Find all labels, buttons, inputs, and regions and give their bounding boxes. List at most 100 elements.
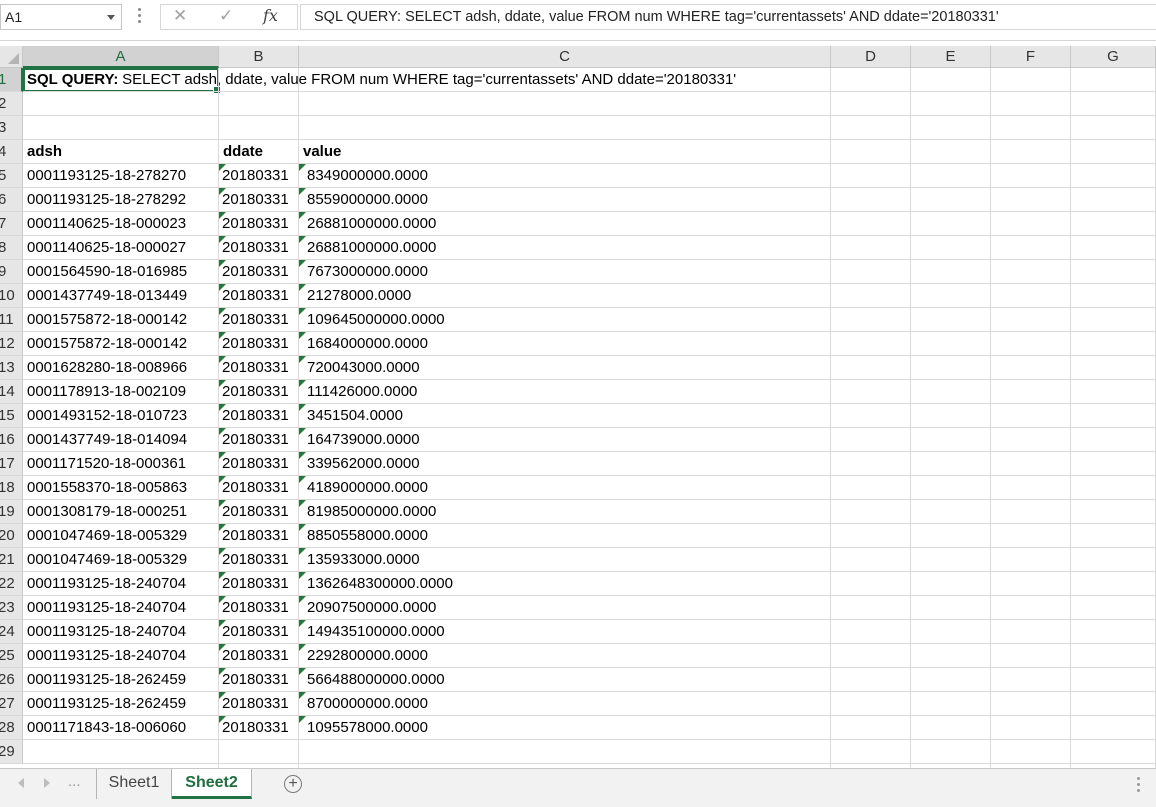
cell-ddate[interactable]: 20180331 — [222, 380, 289, 404]
row-header-12[interactable]: 12 — [0, 332, 23, 356]
cell-value[interactable]: 339562000.0000 — [307, 452, 420, 476]
row-header-11[interactable]: 11 — [0, 308, 23, 332]
cell-adsh[interactable]: 0001308179-18-000251 — [27, 500, 187, 524]
row-header-17[interactable]: 17 — [0, 452, 23, 476]
cell-value[interactable]: 109645000000.0000 — [307, 308, 445, 332]
cell-value[interactable]: 4189000000.0000 — [307, 476, 428, 500]
row-header-13[interactable]: 13 — [0, 356, 23, 380]
row-header-3[interactable]: 3 — [0, 116, 23, 140]
cell-ddate[interactable]: 20180331 — [222, 404, 289, 428]
cell-adsh[interactable]: 0001437749-18-014094 — [27, 428, 187, 452]
cell-ddate[interactable]: 20180331 — [222, 212, 289, 236]
cell-value[interactable]: 26881000000.0000 — [307, 212, 436, 236]
cell-ddate[interactable]: 20180331 — [222, 692, 289, 716]
column-header-e[interactable]: E — [911, 46, 991, 68]
column-header-d[interactable]: D — [831, 46, 911, 68]
cell-ddate[interactable]: 20180331 — [222, 308, 289, 332]
cell-adsh[interactable]: 0001575872-18-000142 — [27, 332, 187, 356]
cell-ddate[interactable]: 20180331 — [222, 260, 289, 284]
row-header-8[interactable]: 8 — [0, 236, 23, 260]
cell-adsh[interactable]: 0001193125-18-278292 — [27, 188, 186, 212]
cell-adsh[interactable]: 0001575872-18-000142 — [27, 308, 187, 332]
cell-adsh[interactable]: 0001047469-18-005329 — [27, 548, 187, 572]
cell-adsh[interactable]: 0001193125-18-240704 — [27, 596, 186, 620]
cell-adsh[interactable]: 0001193125-18-240704 — [27, 644, 186, 668]
cell-ddate[interactable]: 20180331 — [222, 524, 289, 548]
cell-value[interactable]: 566488000000.0000 — [307, 668, 445, 692]
add-sheet-button[interactable]: + — [284, 775, 302, 793]
row-header-22[interactable]: 22 — [0, 572, 23, 596]
cell-adsh[interactable]: 0001140625-18-000027 — [27, 236, 186, 260]
row-header-21[interactable]: 21 — [0, 548, 23, 572]
cell-value[interactable]: 7673000000.0000 — [307, 260, 428, 284]
cell-value[interactable]: 149435100000.0000 — [307, 620, 445, 644]
cell-ddate[interactable]: 20180331 — [222, 572, 289, 596]
row-header-23[interactable]: 23 — [0, 596, 23, 620]
more-sheets-icon[interactable]: ... — [68, 773, 81, 790]
formula-input[interactable]: SQL QUERY: SELECT adsh, ddate, value FRO… — [300, 4, 1156, 30]
cell-adsh[interactable]: 0001493152-18-010723 — [27, 404, 187, 428]
select-all-button[interactable] — [0, 46, 23, 68]
cancel-icon[interactable]: ✕ — [173, 6, 187, 26]
row-header-16[interactable]: 16 — [0, 428, 23, 452]
cell-value[interactable]: 135933000.0000 — [307, 548, 420, 572]
cell-adsh[interactable]: 0001178913-18-002109 — [27, 380, 186, 404]
cell-ddate[interactable]: 20180331 — [222, 716, 289, 740]
row-header-9[interactable]: 9 — [0, 260, 23, 284]
cell-ddate[interactable]: 20180331 — [222, 452, 289, 476]
scrollbar-splitter-icon[interactable] — [1137, 777, 1141, 795]
cell-value[interactable]: 81985000000.0000 — [307, 500, 436, 524]
cell-adsh[interactable]: 0001193125-18-278270 — [27, 164, 186, 188]
cell-adsh[interactable]: 0001193125-18-262459 — [27, 668, 186, 692]
cell-ddate[interactable]: 20180331 — [222, 620, 289, 644]
column-header-a[interactable]: A — [23, 46, 219, 68]
row-header-19[interactable]: 19 — [0, 500, 23, 524]
cell-adsh[interactable]: 0001193125-18-262459 — [27, 692, 186, 716]
row-header-24[interactable]: 24 — [0, 620, 23, 644]
cell-value[interactable]: 20907500000.0000 — [307, 596, 436, 620]
cell-adsh[interactable]: 0001193125-18-240704 — [27, 572, 186, 596]
name-box[interactable]: A1 — [0, 4, 122, 30]
cell-ddate[interactable]: 20180331 — [222, 284, 289, 308]
cell-value[interactable]: 1684000000.0000 — [307, 332, 428, 356]
row-header-18[interactable]: 18 — [0, 476, 23, 500]
cell-value[interactable]: 8349000000.0000 — [307, 164, 428, 188]
column-header-f[interactable]: F — [991, 46, 1071, 68]
row-header-26[interactable]: 26 — [0, 668, 23, 692]
formula-bar-grip-icon[interactable] — [138, 8, 142, 24]
cell-adsh[interactable]: 0001140625-18-000023 — [27, 212, 186, 236]
cell-value[interactable]: 26881000000.0000 — [307, 236, 436, 260]
chevron-down-icon[interactable] — [107, 15, 115, 20]
row-header-7[interactable]: 7 — [0, 212, 23, 236]
row-header-4[interactable]: 4 — [0, 140, 23, 164]
row-header-2[interactable]: 2 — [0, 92, 23, 116]
cell-value[interactable]: 720043000.0000 — [307, 356, 420, 380]
row-header-28[interactable]: 28 — [0, 716, 23, 740]
cell-ddate[interactable]: 20180331 — [222, 188, 289, 212]
row-header-10[interactable]: 10 — [0, 284, 23, 308]
column-header-c[interactable]: C — [299, 46, 831, 68]
next-sheet-icon[interactable] — [44, 778, 50, 788]
cell-value[interactable]: 111426000.0000 — [307, 380, 417, 404]
cell-value[interactable]: 164739000.0000 — [307, 428, 420, 452]
row-header-25[interactable]: 25 — [0, 644, 23, 668]
tab-sheet2[interactable]: Sheet2 — [172, 769, 252, 799]
cell-adsh[interactable]: 0001171843-18-006060 — [27, 716, 186, 740]
row-header-14[interactable]: 14 — [0, 380, 23, 404]
cell-ddate[interactable]: 20180331 — [222, 476, 289, 500]
cell-adsh[interactable]: 0001628280-18-008966 — [27, 356, 187, 380]
cell-ddate[interactable]: 20180331 — [222, 428, 289, 452]
row-header-29[interactable]: 29 — [0, 740, 23, 764]
cell-a1-label[interactable]: SQL QUERY: — [27, 68, 118, 92]
cell-value[interactable]: 21278000.0000 — [307, 284, 411, 308]
cell-adsh[interactable]: 0001564590-18-016985 — [27, 260, 187, 284]
cell-ddate[interactable]: 20180331 — [222, 548, 289, 572]
cell-value[interactable]: 1095578000.0000 — [307, 716, 428, 740]
cell-ddate[interactable]: 20180331 — [222, 596, 289, 620]
enter-icon[interactable]: ✓ — [219, 6, 233, 26]
cell-value[interactable]: 8700000000.0000 — [307, 692, 428, 716]
cell-a1-query[interactable]: SELECT adsh, ddate, value FROM num WHERE… — [118, 68, 736, 92]
cell-ddate[interactable]: 20180331 — [222, 500, 289, 524]
header-value[interactable]: value — [303, 140, 341, 164]
cell-ddate[interactable]: 20180331 — [222, 356, 289, 380]
